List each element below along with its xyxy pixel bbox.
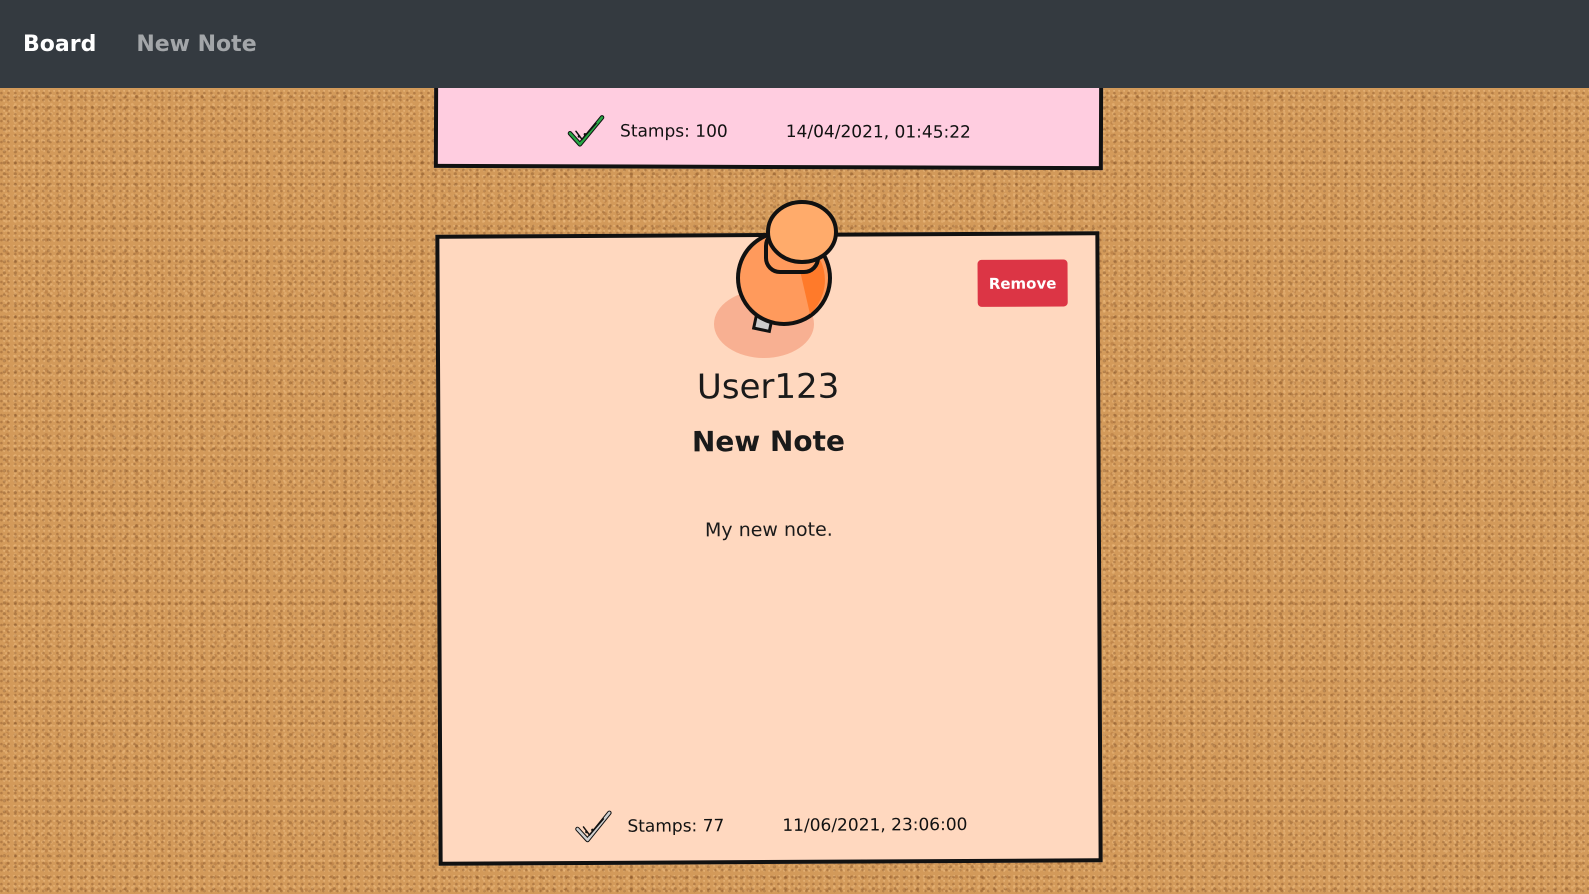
pushpin-icon bbox=[712, 196, 842, 362]
note-footer: Stamps: 77 11/06/2021, 23:06:00 bbox=[442, 806, 1098, 845]
note-card: Stamps: 100 14/04/2021, 01:45:22 bbox=[433, 80, 1104, 171]
note-title: New Note bbox=[691, 424, 846, 459]
check-stamp-icon[interactable] bbox=[566, 113, 606, 149]
remove-button[interactable]: Remove bbox=[977, 259, 1068, 307]
note-footer: Stamps: 100 14/04/2021, 01:45:22 bbox=[438, 113, 1099, 151]
nav-brand-board[interactable]: Board bbox=[23, 32, 96, 57]
check-stamp-icon[interactable] bbox=[573, 809, 613, 845]
stamp-count: Stamps: 77 bbox=[627, 816, 725, 837]
note-author: User123 bbox=[696, 366, 840, 408]
stamp-count: Stamps: 100 bbox=[620, 121, 728, 142]
top-navbar: Board New Note bbox=[0, 0, 1589, 88]
note-body: My new note. bbox=[704, 518, 833, 542]
nav-link-new-note[interactable]: New Note bbox=[136, 32, 256, 57]
note-timestamp: 14/04/2021, 01:45:22 bbox=[785, 122, 971, 143]
note-timestamp: 11/06/2021, 23:06:00 bbox=[782, 814, 968, 836]
